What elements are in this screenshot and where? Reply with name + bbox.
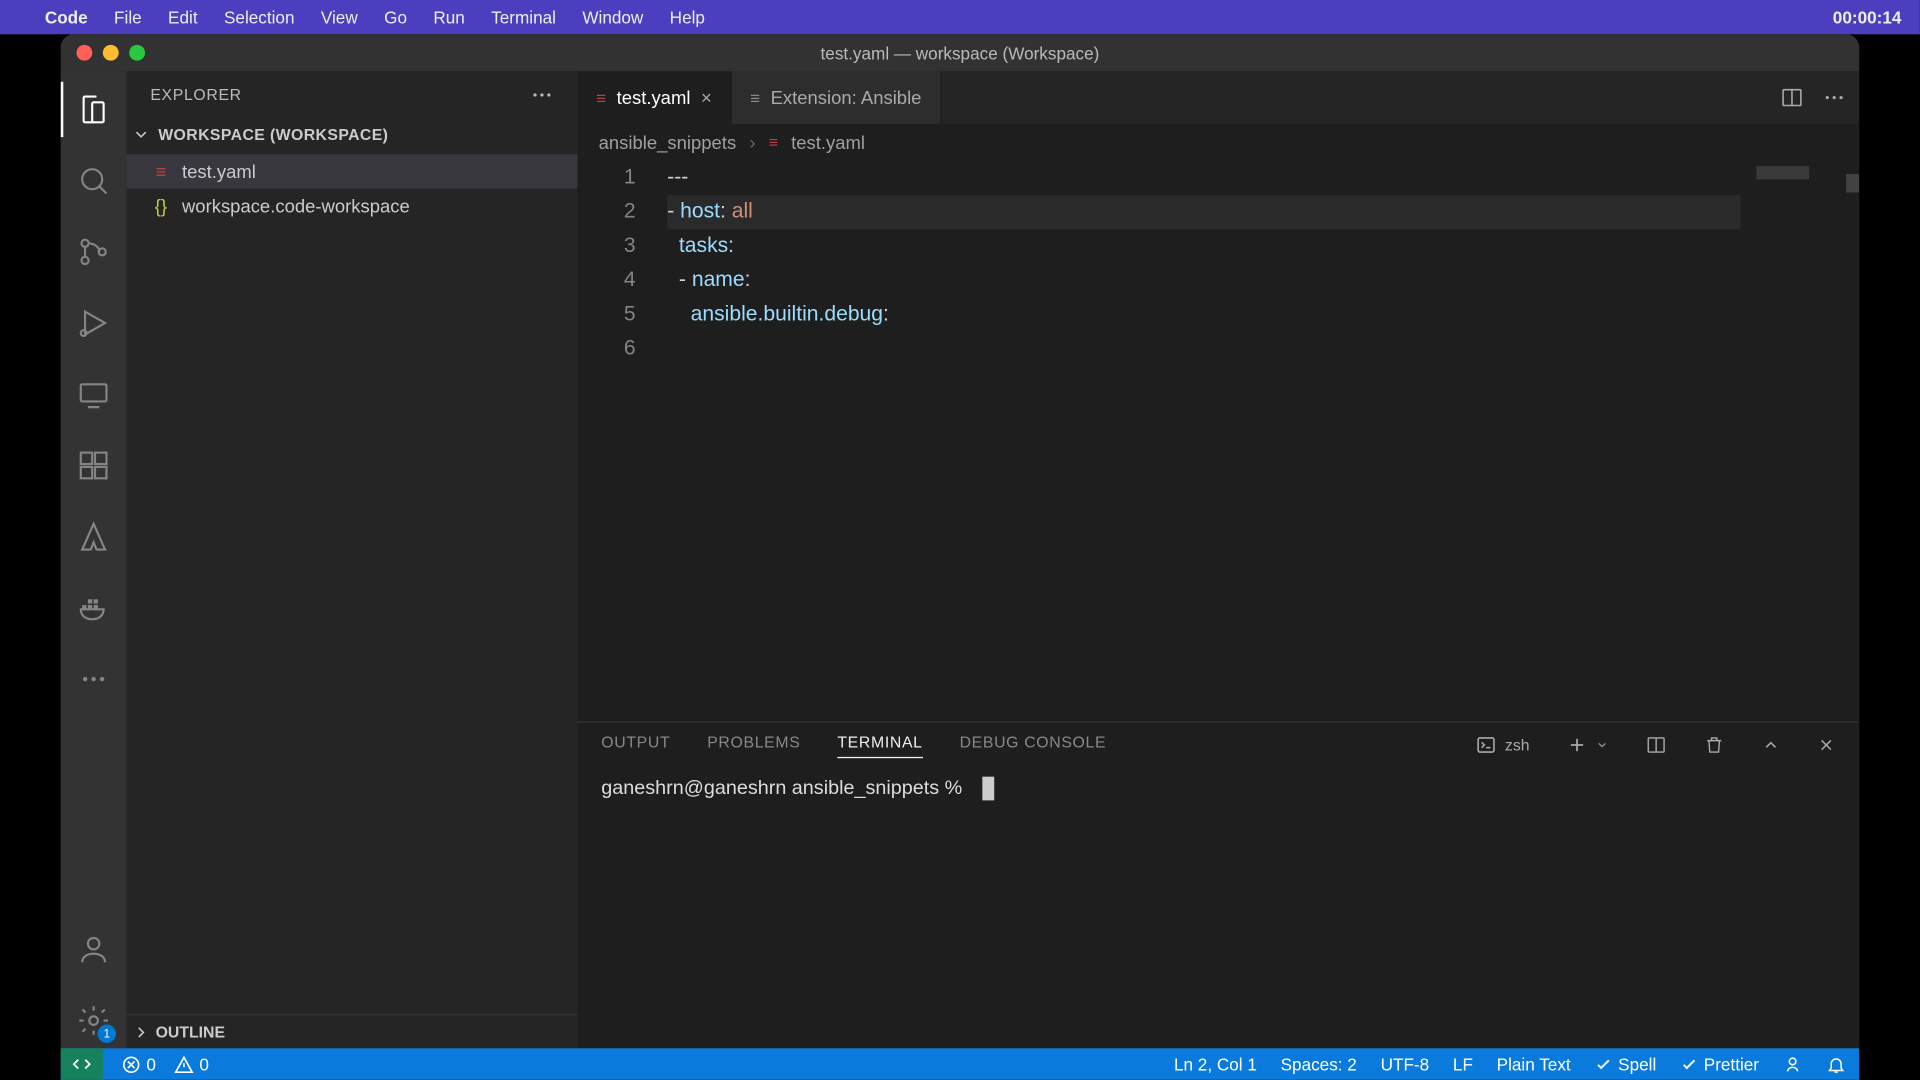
json-file-icon: {} [150,195,171,216]
bottom-panel: OUTPUT PROBLEMS TERMINAL DEBUG CONSOLE z… [578,721,1860,1048]
chevron-right-icon: › [749,132,755,153]
editor-tabs: ≡ test.yaml × ≡ Extension: Ansible [578,71,1860,124]
file-tree: ≡ test.yaml {} workspace.code-workspace [127,152,578,226]
minimap[interactable] [1743,161,1859,721]
breadcrumb-folder[interactable]: ansible_snippets [599,132,737,153]
sidebar: EXPLORER WORKSPACE (WORKSPACE) ≡ test.ya… [127,71,578,1048]
yaml-file-icon: ≡ [596,88,606,108]
panel-tab-problems[interactable]: PROBLEMS [707,733,800,757]
activity-remote-icon[interactable] [61,367,127,422]
macos-menubar: Code File Edit Selection View Go Run Ter… [0,0,1920,34]
status-feedback-icon[interactable] [1783,1054,1803,1074]
activity-settings-icon[interactable]: 1 [61,993,127,1048]
activity-extensions-icon[interactable] [61,438,127,493]
status-encoding[interactable]: UTF-8 [1381,1054,1430,1074]
workspace-section-header[interactable]: WORKSPACE (WORKSPACE) [127,117,578,151]
activity-more-icon[interactable] [61,651,127,706]
yaml-file-icon: ≡ [769,133,778,151]
yaml-file-icon: ≡ [150,161,171,182]
status-cursor-position[interactable]: Ln 2, Col 1 [1174,1054,1257,1074]
line-number-gutter: 123456 [578,161,668,721]
status-language-mode[interactable]: Plain Text [1497,1054,1571,1074]
status-errors[interactable]: 0 [121,1054,156,1074]
file-label: test.yaml [182,161,256,182]
tabs-actions [1767,71,1859,124]
activity-search-icon[interactable] [61,153,127,208]
status-indentation[interactable]: Spaces: 2 [1281,1054,1357,1074]
workspace-label: WORKSPACE (WORKSPACE) [158,125,388,143]
window-close-button[interactable] [76,45,92,61]
sidebar-header: EXPLORER [127,71,578,117]
tab-close-icon[interactable]: × [701,87,712,108]
remote-status-icon[interactable] [61,1048,103,1080]
breadcrumb-file[interactable]: test.yaml [791,132,865,153]
status-eol[interactable]: LF [1453,1054,1473,1074]
file-workspace-code[interactable]: {} workspace.code-workspace [127,189,578,223]
panel-maximize-icon[interactable] [1762,736,1780,754]
terminal-kill-icon[interactable] [1704,734,1725,755]
tab-extension-ansible[interactable]: ≡ Extension: Ansible [732,71,942,124]
tab-label: Extension: Ansible [771,87,922,108]
activity-accounts-icon[interactable] [61,922,127,977]
vscode-window: test.yaml — workspace (Workspace) [61,34,1860,1080]
status-spell[interactable]: Spell [1594,1054,1656,1074]
menu-view[interactable]: View [321,7,358,27]
window-title: test.yaml — workspace (Workspace) [821,43,1100,63]
window-maximize-button[interactable] [129,45,145,61]
panel-close-icon[interactable] [1817,736,1835,754]
activity-run-debug-icon[interactable] [61,295,127,350]
editor-more-icon[interactable] [1822,86,1846,110]
menu-selection[interactable]: Selection [224,7,295,27]
activity-explorer-icon[interactable] [61,82,127,137]
code-editor[interactable]: 123456 --- - host: all tasks: - name: an… [578,161,1860,721]
menu-edit[interactable]: Edit [168,7,198,27]
breadcrumbs[interactable]: ansible_snippets › ≡ test.yaml [578,124,1860,161]
editor-area: ≡ test.yaml × ≡ Extension: Ansible [578,71,1860,1048]
activity-azure-icon[interactable] [61,509,127,564]
menu-window[interactable]: Window [582,7,643,27]
sidebar-title: EXPLORER [150,85,241,103]
sidebar-more-icon[interactable] [530,82,554,106]
panel-tabs: OUTPUT PROBLEMS TERMINAL DEBUG CONSOLE z… [578,723,1860,768]
menubar-app-name[interactable]: Code [45,7,88,27]
panel-tab-terminal[interactable]: TERMINAL [837,732,922,757]
split-editor-icon[interactable] [1780,86,1804,110]
menu-file[interactable]: File [114,7,142,27]
menu-run[interactable]: Run [433,7,464,27]
extension-icon: ≡ [750,88,760,108]
traffic-lights [76,45,145,61]
panel-tab-debug-console[interactable]: DEBUG CONSOLE [960,733,1107,757]
status-warnings[interactable]: 0 [174,1054,209,1074]
status-notifications-icon[interactable] [1826,1054,1846,1074]
menu-help[interactable]: Help [670,7,705,27]
menu-terminal[interactable]: Terminal [491,7,556,27]
chevron-down-icon [132,125,153,143]
terminal-prompt: ganeshrn@ganeshrn ansible_snippets % [601,777,962,799]
tab-test-yaml[interactable]: ≡ test.yaml × [578,71,732,124]
activity-docker-icon[interactable] [61,580,127,635]
chevron-right-icon [132,1023,150,1041]
file-label: workspace.code-workspace [182,195,410,216]
terminal-split-icon[interactable] [1646,734,1667,755]
status-prettier[interactable]: Prettier [1680,1054,1759,1074]
terminal-cursor [982,776,994,800]
settings-badge: 1 [98,1025,116,1043]
file-test-yaml[interactable]: ≡ test.yaml [127,154,578,188]
window-minimize-button[interactable] [103,45,119,61]
titlebar: test.yaml — workspace (Workspace) [61,34,1860,71]
tab-label: test.yaml [617,87,691,108]
terminal-new-icon[interactable] [1566,734,1608,755]
menu-go[interactable]: Go [384,7,407,27]
statusbar: 0 0 Ln 2, Col 1 Spaces: 2 UTF-8 LF Plain… [61,1048,1860,1080]
activity-source-control-icon[interactable] [61,224,127,279]
outline-section-header[interactable]: OUTLINE [127,1014,578,1048]
menubar-clock: 00:00:14 [1833,7,1902,27]
terminal-shell-selector[interactable]: zsh [1476,734,1530,755]
outline-label: OUTLINE [156,1023,225,1041]
code-content[interactable]: --- - host: all tasks: - name: ansible.b… [667,161,1859,721]
activity-bar: 1 [61,71,127,1048]
panel-tab-output[interactable]: OUTPUT [601,733,670,757]
terminal-body[interactable]: ganeshrn@ganeshrn ansible_snippets % [578,767,1860,1048]
